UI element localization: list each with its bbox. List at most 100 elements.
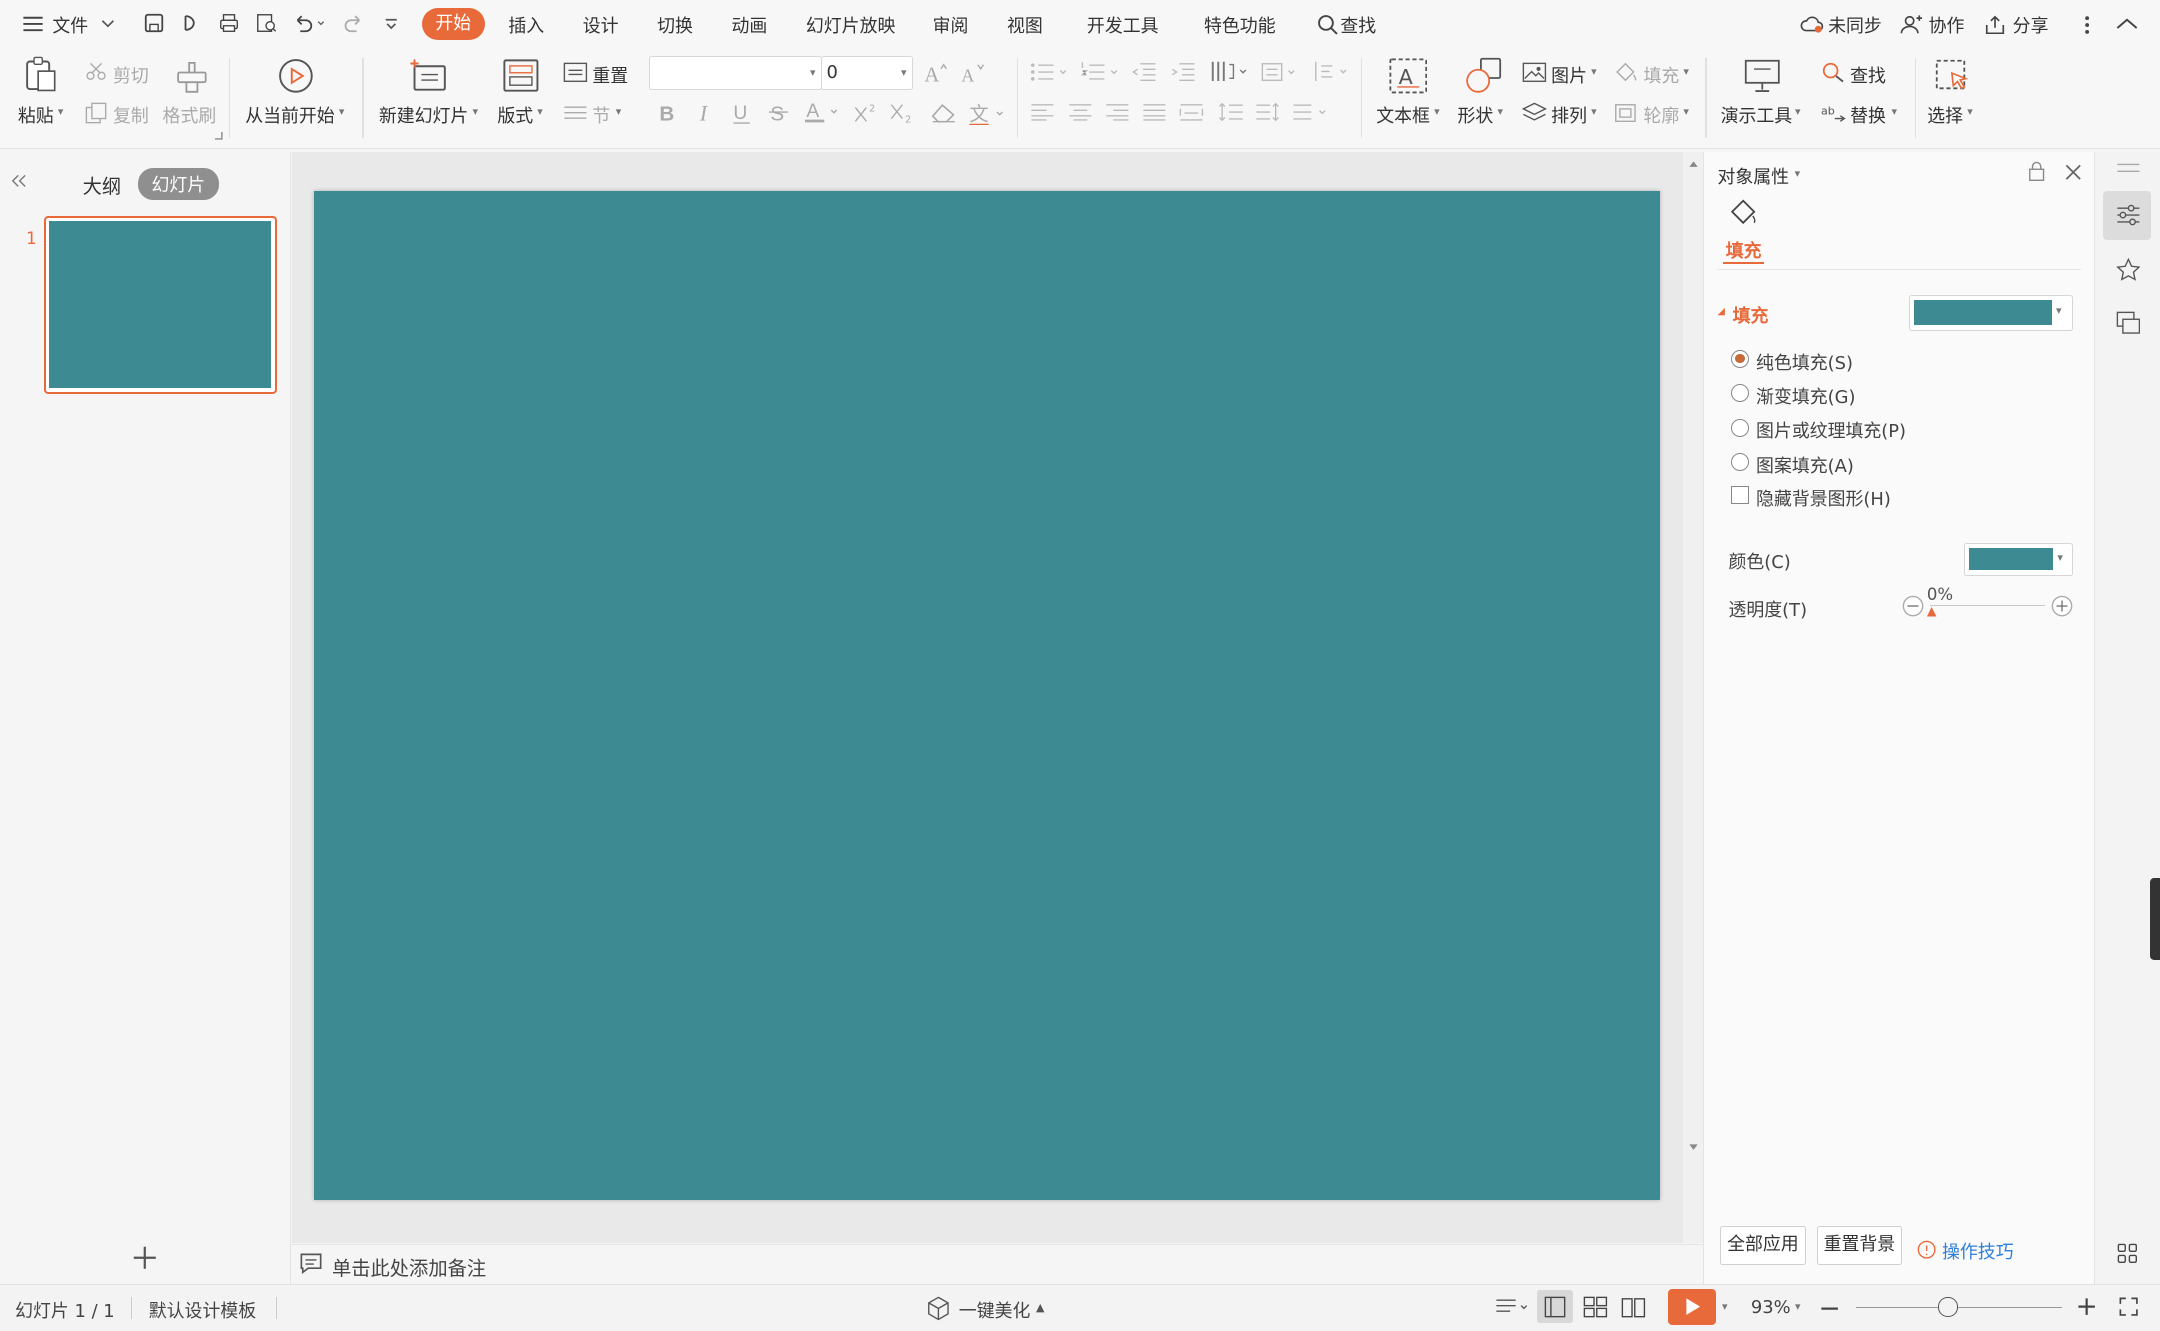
new-slide-icon[interactable] bbox=[409, 58, 450, 94]
cloud-sync-icon[interactable] bbox=[1799, 14, 1824, 33]
fill-caret-icon[interactable]: ▾ bbox=[1683, 65, 1689, 78]
beautify-button[interactable]: 一键美化 bbox=[959, 1297, 1031, 1323]
copy-icon[interactable] bbox=[85, 102, 107, 124]
tab-fill[interactable]: 填充 bbox=[1726, 237, 1762, 263]
decrease-font-icon[interactable]: A bbox=[960, 62, 985, 84]
tab-design[interactable]: 设计 bbox=[583, 12, 619, 38]
reset-icon[interactable] bbox=[563, 62, 588, 83]
font-color-icon[interactable]: A bbox=[804, 99, 841, 124]
superscript-icon[interactable]: 2 bbox=[854, 102, 879, 124]
grid-apps-icon[interactable] bbox=[2117, 1243, 2139, 1265]
section-collapse-icon[interactable]: ◢ bbox=[1717, 306, 1724, 317]
beautify-icon[interactable] bbox=[926, 1296, 951, 1321]
layout-button[interactable]: 版式 bbox=[497, 102, 533, 128]
tab-developer[interactable]: 开发工具 bbox=[1087, 12, 1159, 38]
tab-view[interactable]: 视图 bbox=[1007, 12, 1043, 38]
play-slideshow-button[interactable] bbox=[1668, 1289, 1717, 1325]
user-add-icon[interactable] bbox=[1900, 14, 1922, 35]
share-button[interactable]: 分享 bbox=[2013, 12, 2049, 38]
paste-button[interactable]: 粘贴 bbox=[18, 102, 54, 128]
presentation-tools-button[interactable]: 演示工具 bbox=[1721, 102, 1793, 128]
clear-format-icon[interactable] bbox=[930, 101, 958, 123]
shape-icon[interactable] bbox=[1463, 56, 1504, 95]
apply-all-button[interactable]: 全部应用 bbox=[1720, 1226, 1806, 1265]
bold-icon[interactable]: B bbox=[658, 101, 677, 123]
textbox-button[interactable]: 文本框 bbox=[1376, 102, 1430, 128]
increase-transparency-icon[interactable] bbox=[2051, 595, 2073, 617]
tab-slideshow[interactable]: 幻灯片放映 bbox=[806, 12, 895, 38]
strikethrough-icon[interactable]: S bbox=[768, 101, 788, 123]
align-text-icon[interactable] bbox=[1313, 59, 1354, 84]
tab-home[interactable]: 开始 bbox=[421, 8, 485, 40]
line-spacing-more-icon[interactable] bbox=[1292, 101, 1333, 123]
picture-fill-label[interactable]: 图片或纹理填充(P) bbox=[1756, 417, 1906, 443]
collapse-ribbon-icon[interactable] bbox=[2116, 17, 2138, 31]
bullet-list-icon[interactable] bbox=[1030, 61, 1071, 83]
tab-slides[interactable]: 幻灯片 bbox=[137, 168, 219, 200]
sidebar-handle[interactable] bbox=[2150, 877, 2160, 961]
collapse-panel-icon[interactable] bbox=[10, 174, 27, 188]
beautify-caret-icon[interactable]: ▲ bbox=[1036, 1301, 1044, 1314]
sidebar-properties-button[interactable] bbox=[2103, 191, 2152, 240]
presentation-tools-caret-icon[interactable]: ▾ bbox=[1795, 105, 1801, 118]
fill-section-label[interactable]: 填充 bbox=[1733, 302, 1769, 328]
paste-caret-icon[interactable]: ▾ bbox=[58, 105, 64, 118]
textbox-caret-icon[interactable]: ▾ bbox=[1434, 105, 1440, 118]
arrange-button[interactable]: 排列 bbox=[1551, 102, 1587, 128]
panel-title[interactable]: 对象属性 bbox=[1717, 163, 1789, 189]
notes-view-icon[interactable] bbox=[1495, 1296, 1531, 1318]
play-caret-icon[interactable]: ▾ bbox=[1722, 1300, 1728, 1313]
tab-outline[interactable]: 大纲 bbox=[83, 171, 122, 199]
picture-fill-radio[interactable] bbox=[1731, 418, 1750, 437]
color-caret-icon[interactable]: ▾ bbox=[2057, 551, 2063, 564]
justify-icon[interactable] bbox=[1142, 102, 1167, 121]
zoom-in-icon[interactable] bbox=[2077, 1297, 2096, 1316]
hamburger-icon[interactable] bbox=[22, 15, 44, 33]
search-icon[interactable] bbox=[1317, 14, 1339, 36]
slide-sorter-icon[interactable] bbox=[1583, 1296, 1608, 1318]
pattern-fill-label[interactable]: 图案填充(A) bbox=[1756, 452, 1854, 478]
tab-insert[interactable]: 插入 bbox=[508, 12, 544, 38]
slide-canvas[interactable] bbox=[314, 191, 1660, 1200]
animation-star-icon[interactable] bbox=[2115, 257, 2141, 283]
file-menu[interactable]: 文件 bbox=[52, 12, 88, 38]
textbox-icon[interactable]: A bbox=[1389, 58, 1428, 94]
gradient-fill-radio[interactable] bbox=[1731, 384, 1750, 403]
section-caret-icon[interactable]: ▾ bbox=[616, 105, 622, 118]
dialog-launcher-icon[interactable] bbox=[214, 132, 223, 140]
sync-status[interactable]: 未同步 bbox=[1828, 12, 1882, 38]
tips-link[interactable]: 操作技巧 bbox=[1942, 1238, 2014, 1264]
paragraph-spacing-icon[interactable] bbox=[1255, 101, 1283, 123]
notes-bar[interactable]: 单击此处添加备注 bbox=[292, 1243, 1703, 1283]
sidebar-menu-icon[interactable] bbox=[2116, 163, 2141, 174]
zoom-slider[interactable] bbox=[1855, 1306, 2063, 1309]
new-slide-caret-icon[interactable]: ▾ bbox=[473, 105, 479, 118]
increase-indent-icon[interactable] bbox=[1171, 61, 1196, 83]
zoom-level[interactable]: 93% bbox=[1751, 1297, 1791, 1318]
presentation-tools-icon[interactable] bbox=[1743, 58, 1782, 94]
line-spacing-icon[interactable] bbox=[1218, 101, 1246, 123]
arrange-caret-icon[interactable]: ▾ bbox=[1591, 105, 1597, 118]
color-picker[interactable]: ▾ bbox=[1964, 542, 2073, 576]
columns-icon[interactable] bbox=[1210, 59, 1251, 84]
shape-button[interactable]: 形状 bbox=[1458, 102, 1494, 128]
picture-button[interactable]: 图片 bbox=[1551, 62, 1587, 88]
fill-bucket-icon[interactable] bbox=[1728, 198, 1758, 228]
cut-button[interactable]: 剪切 bbox=[113, 62, 149, 88]
search-button[interactable]: 查找 bbox=[1340, 12, 1376, 38]
add-slide-icon[interactable] bbox=[131, 1244, 159, 1272]
from-current-caret-icon[interactable]: ▾ bbox=[339, 105, 345, 118]
fill-color-caret-icon[interactable]: ▾ bbox=[2056, 304, 2062, 317]
vertical-scrollbar[interactable] bbox=[1683, 151, 1703, 1243]
normal-view-button[interactable] bbox=[1537, 1290, 1574, 1324]
gradient-fill-label[interactable]: 渐变填充(G) bbox=[1756, 383, 1855, 409]
font-name-input[interactable] bbox=[648, 56, 823, 90]
zoom-slider-thumb[interactable] bbox=[1938, 1297, 1958, 1317]
underline-icon[interactable]: U bbox=[732, 101, 751, 126]
decrease-indent-icon[interactable] bbox=[1132, 61, 1157, 83]
arrange-icon[interactable] bbox=[1522, 102, 1548, 124]
format-painter-icon[interactable] bbox=[174, 56, 210, 95]
reading-view-icon[interactable] bbox=[1621, 1296, 1646, 1318]
replace-icon[interactable]: ab bbox=[1821, 102, 1846, 124]
scissors-icon[interactable] bbox=[85, 62, 107, 81]
